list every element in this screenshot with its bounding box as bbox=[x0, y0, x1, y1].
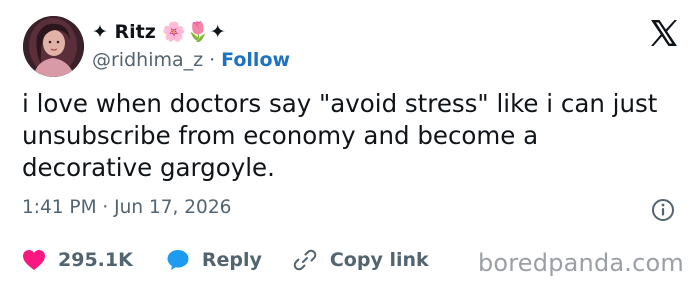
author-meta: @ridhima_z · Follow bbox=[92, 47, 290, 73]
copy-link-label: Copy link bbox=[329, 249, 429, 271]
tweet-text: i love when doctors say "avoid stress" l… bbox=[22, 89, 658, 182]
action-bar: 295.1K Reply Copy link bbox=[22, 245, 429, 275]
like-count: 295.1K bbox=[58, 249, 133, 271]
heart-icon bbox=[23, 250, 45, 270]
copy-link-button[interactable]: Copy link bbox=[292, 247, 429, 273]
avatar-photo bbox=[23, 16, 84, 77]
follow-button[interactable]: Follow bbox=[221, 49, 290, 71]
x-logo-icon[interactable] bbox=[648, 17, 680, 49]
author-name[interactable]: ✦ Ritz 🌸🌷✦ bbox=[92, 18, 226, 44]
link-icon bbox=[293, 249, 317, 271]
watermark: boredpanda.com bbox=[477, 249, 684, 277]
reply-button[interactable]: Reply bbox=[166, 248, 262, 272]
tweet-card: ✦ Ritz 🌸🌷✦ @ridhima_z · Follow i love wh… bbox=[0, 0, 700, 287]
like-button[interactable]: 295.1K bbox=[22, 249, 133, 271]
reply-label: Reply bbox=[201, 249, 262, 271]
author-handle[interactable]: @ridhima_z bbox=[92, 49, 203, 71]
speech-bubble-icon bbox=[167, 250, 189, 270]
separator-dot: · bbox=[209, 49, 216, 71]
tweet-timestamp[interactable]: 1:41 PM · Jun 17, 2026 bbox=[22, 197, 231, 218]
avatar[interactable] bbox=[23, 16, 84, 77]
info-icon[interactable] bbox=[651, 198, 675, 222]
